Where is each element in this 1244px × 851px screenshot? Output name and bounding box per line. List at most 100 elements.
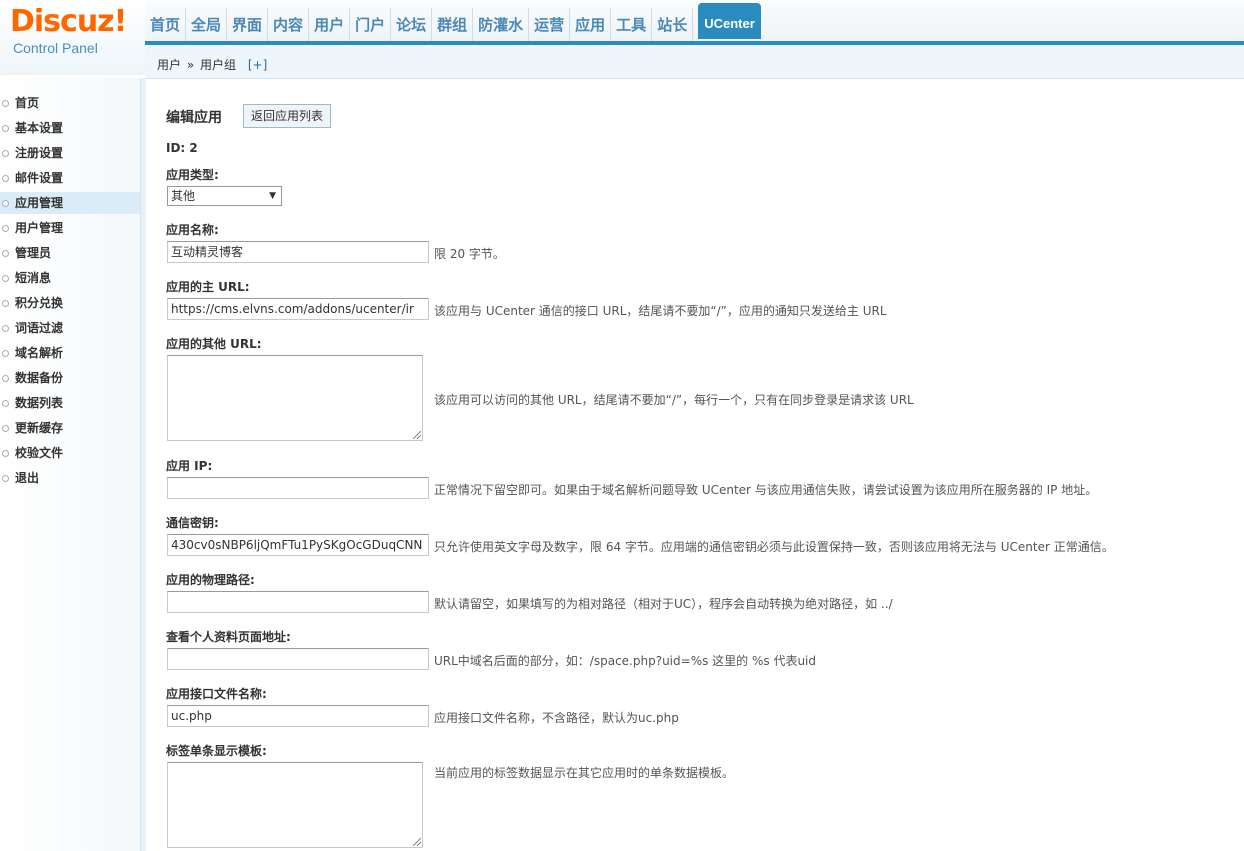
app-id: ID: 2: [166, 141, 198, 155]
api-file-hint: 应用接口文件名称，不含路径，默认为uc.php: [434, 711, 679, 725]
bullet-icon: [2, 425, 9, 432]
bullet-icon: [2, 150, 9, 157]
nav-item-7[interactable]: 群组: [432, 8, 474, 42]
form-header: 编辑应用 返回应用列表: [166, 104, 331, 128]
app-ip-input[interactable]: [167, 477, 429, 499]
app-path-label: 应用的物理路径:: [166, 573, 255, 587]
nav-item-ucenter[interactable]: UCenter: [698, 3, 761, 39]
sidebar-item-15[interactable]: 退出: [0, 467, 140, 489]
sidebar-item-label: 域名解析: [15, 346, 64, 360]
breadcrumb-add-button[interactable]: [+]: [248, 58, 267, 72]
back-to-app-list-button[interactable]: 返回应用列表: [243, 104, 331, 128]
bullet-icon: [2, 175, 9, 182]
app-type-select[interactable]: 其他 ▼: [167, 186, 282, 206]
profile-url-input[interactable]: [167, 648, 429, 670]
nav-item-1[interactable]: 全局: [186, 8, 228, 42]
sidebar-item-10[interactable]: 域名解析: [0, 342, 140, 364]
app-path-hint: 默认请留空，如果填写的为相对路径（相对于UC），程序会自动转换为绝对路径，如 .…: [434, 597, 893, 611]
dropdown-arrow-icon: ▼: [269, 191, 276, 201]
breadcrumb: 用户 » 用户组 [+]: [157, 56, 269, 73]
nav-item-5[interactable]: 门户: [350, 8, 392, 42]
sidebar-divider: [140, 78, 146, 851]
sidebar-item-8[interactable]: 积分兑换: [0, 292, 140, 314]
sidebar-item-0[interactable]: 首页: [0, 92, 140, 114]
sidebar-item-label: 管理员: [15, 246, 52, 260]
nav-item-2[interactable]: 界面: [227, 8, 269, 42]
comm-key-input[interactable]: 430cv0sNBP6ljQmFTu1PySKgOcGDuqCNN: [167, 534, 429, 556]
nav-item-9[interactable]: 运营: [529, 8, 571, 42]
comm-key-label: 通信密钥:: [166, 516, 219, 530]
bullet-icon: [2, 300, 9, 307]
bullet-icon: [2, 400, 9, 407]
tag-template-label: 标签单条显示模板:: [166, 744, 267, 758]
bullet-icon: [2, 375, 9, 382]
sidebar-item-label: 应用管理: [15, 196, 64, 210]
profile-url-hint: URL中域名后面的部分，如：/space.php?uid=%s 这里的 %s 代…: [434, 654, 816, 668]
sidebar-item-5[interactable]: 用户管理: [0, 217, 140, 239]
logo: Discuz! Control Panel: [0, 0, 145, 75]
tag-template-textarea[interactable]: [167, 762, 423, 848]
nav-item-0[interactable]: 首页: [145, 8, 187, 42]
bullet-icon: [2, 250, 9, 257]
sidebar-item-1[interactable]: 基本设置: [0, 117, 140, 139]
bullet-icon: [2, 475, 9, 482]
logo-subtitle: Control Panel: [13, 40, 98, 56]
resize-grip-icon[interactable]: [413, 838, 421, 846]
sidebar-item-label: 校验文件: [15, 446, 64, 460]
breadcrumb-separator: »: [186, 58, 195, 72]
app-path-input[interactable]: [167, 591, 429, 613]
sidebar-item-label: 更新缓存: [15, 421, 64, 435]
nav-item-10[interactable]: 应用: [570, 8, 612, 42]
nav-item-6[interactable]: 论坛: [391, 8, 433, 42]
sidebar-item-label: 注册设置: [15, 146, 64, 160]
other-url-hint: 该应用可以访问的其他 URL，结尾请不要加“/”，每行一个，只有在同步登录是请求…: [434, 393, 914, 407]
nav-item-12[interactable]: 站长: [652, 8, 694, 42]
sidebar-item-label: 基本设置: [15, 121, 64, 135]
nav-item-8[interactable]: 防灌水: [473, 8, 530, 42]
top-nav-items: 首页 全局 界面 内容 用户 门户 论坛 群组 防灌水 运营 应用 工具 站长 UCenter: [145, 3, 761, 42]
app-url-label: 应用的主 URL:: [166, 280, 250, 294]
sidebar-item-9[interactable]: 词语过滤: [0, 317, 140, 339]
comm-key-hint: 只允许使用英文字母及数字，限 64 字节。应用端的通信密钥必须与此设置保持一致，…: [434, 540, 1114, 554]
other-url-textarea[interactable]: [167, 355, 423, 441]
sidebar-item-6[interactable]: 管理员: [0, 242, 140, 264]
app-name-hint: 限 20 字节。: [434, 247, 505, 261]
sidebar-item-3[interactable]: 邮件设置: [0, 167, 140, 189]
breadcrumb-users[interactable]: 用户: [157, 58, 181, 72]
sidebar-item-label: 首页: [15, 96, 40, 110]
app-url-hint: 该应用与 UCenter 通信的接口 URL，结尾请不要加“/”，应用的通知只发…: [434, 304, 887, 318]
sidebar-item-12[interactable]: 数据列表: [0, 392, 140, 414]
sidebar-item-7[interactable]: 短消息: [0, 267, 140, 289]
sidebar-item-4[interactable]: 应用管理: [0, 192, 140, 214]
sidebar-item-label: 数据备份: [15, 371, 64, 385]
sidebar-item-11[interactable]: 数据备份: [0, 367, 140, 389]
top-nav: 首页 全局 界面 内容 用户 门户 论坛 群组 防灌水 运营 应用 工具 站长 UCenter: [145, 0, 1244, 42]
nav-item-3[interactable]: 内容: [268, 8, 310, 42]
nav-item-11[interactable]: 工具: [611, 8, 653, 42]
api-file-input[interactable]: uc.php: [167, 705, 429, 727]
sidebar-item-13[interactable]: 更新缓存: [0, 417, 140, 439]
profile-url-label: 查看个人资料页面地址:: [166, 630, 291, 644]
resize-grip-icon[interactable]: [413, 431, 421, 439]
breadcrumb-bar: 用户 » 用户组 [+]: [145, 45, 1244, 79]
sidebar-item-label: 短消息: [15, 271, 52, 285]
breadcrumb-usergroups[interactable]: 用户组: [200, 58, 236, 72]
bullet-icon: [2, 225, 9, 232]
other-url-label: 应用的其他 URL:: [166, 337, 262, 351]
sidebar-item-label: 数据列表: [15, 396, 64, 410]
bullet-icon: [2, 325, 9, 332]
app-url-input[interactable]: https://cms.elvns.com/addons/ucenter/ir: [167, 298, 429, 320]
sidebar-item-label: 邮件设置: [15, 171, 64, 185]
sidebar: 首页基本设置注册设置邮件设置应用管理用户管理管理员短消息积分兑换词语过滤域名解析…: [0, 78, 140, 851]
app-name-input[interactable]: 互动精灵博客: [167, 241, 429, 263]
sidebar-item-14[interactable]: 校验文件: [0, 442, 140, 464]
api-file-label: 应用接口文件名称:: [166, 687, 267, 701]
nav-item-4[interactable]: 用户: [309, 8, 351, 42]
sidebar-item-2[interactable]: 注册设置: [0, 142, 140, 164]
bullet-icon: [2, 350, 9, 357]
page-title: 编辑应用: [166, 110, 222, 126]
sidebar-item-label: 退出: [15, 471, 40, 485]
sidebar-item-label: 词语过滤: [15, 321, 64, 335]
bullet-icon: [2, 100, 9, 107]
logo-brand: Discuz!: [10, 4, 127, 39]
